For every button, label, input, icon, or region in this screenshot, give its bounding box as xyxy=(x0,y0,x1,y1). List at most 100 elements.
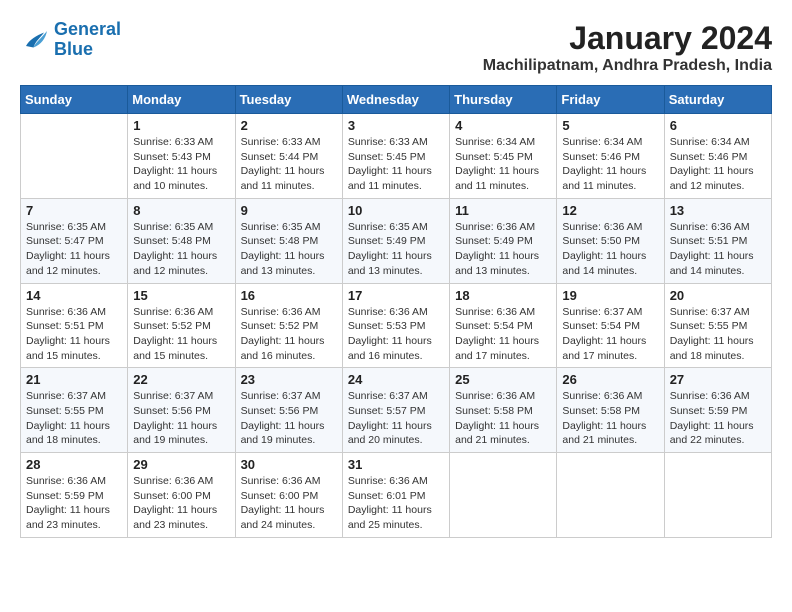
day-info: Sunrise: 6:33 AM Sunset: 5:44 PM Dayligh… xyxy=(241,135,337,194)
day-cell: 27Sunrise: 6:36 AM Sunset: 5:59 PM Dayli… xyxy=(664,368,771,453)
calendar-table: SundayMondayTuesdayWednesdayThursdayFrid… xyxy=(20,85,772,538)
day-cell: 19Sunrise: 6:37 AM Sunset: 5:54 PM Dayli… xyxy=(557,283,664,368)
header-cell-friday: Friday xyxy=(557,86,664,114)
day-number: 14 xyxy=(26,288,122,303)
day-number: 16 xyxy=(241,288,337,303)
header-cell-saturday: Saturday xyxy=(664,86,771,114)
week-row-4: 21Sunrise: 6:37 AM Sunset: 5:55 PM Dayli… xyxy=(21,368,772,453)
day-number: 2 xyxy=(241,118,337,133)
day-cell xyxy=(21,114,128,199)
day-cell: 29 Sunrise: 6:36 AM Sunset: 6:00 PM Dayli… xyxy=(128,453,235,538)
day-cell: 20Sunrise: 6:37 AM Sunset: 5:55 PM Dayli… xyxy=(664,283,771,368)
day-info: Sunrise: 6:36 AM Sunset: 5:53 PM Dayligh… xyxy=(348,305,444,364)
day-info: Sunrise: 6:33 AM Sunset: 5:43 PM Dayligh… xyxy=(133,135,229,194)
day-number: 4 xyxy=(455,118,551,133)
day-info: Sunrise: 6:36 AM Sunset: 5:52 PM Dayligh… xyxy=(241,305,337,364)
day-cell: 11 Sunrise: 6:36 AM Sunset: 5:49 PM Dayli… xyxy=(450,198,557,283)
day-info: Sunrise: 6:36 AM Sunset: 6:00 PM Dayligh… xyxy=(241,474,337,533)
day-cell: 14 Sunrise: 6:36 AM Sunset: 5:51 PM Dayli… xyxy=(21,283,128,368)
day-cell: 25 Sunrise: 6:36 AM Sunset: 5:58 PM Dayli… xyxy=(450,368,557,453)
day-number: 20 xyxy=(670,288,766,303)
day-info: Sunrise: 6:37 AM Sunset: 5:56 PM Dayligh… xyxy=(241,389,337,448)
day-info: Sunrise: 6:34 AM Sunset: 5:45 PM Dayligh… xyxy=(455,135,551,194)
day-cell: 2 Sunrise: 6:33 AM Sunset: 5:44 PM Daylig… xyxy=(235,114,342,199)
page-title: January 2024 xyxy=(483,20,772,57)
day-info: Sunrise: 6:36 AM Sunset: 5:52 PM Dayligh… xyxy=(133,305,229,364)
day-number: 30 xyxy=(241,457,337,472)
day-number: 23 xyxy=(241,372,337,387)
day-cell: 9Sunrise: 6:35 AM Sunset: 5:48 PM Daylig… xyxy=(235,198,342,283)
day-number: 27 xyxy=(670,372,766,387)
logo: General Blue xyxy=(20,20,121,60)
day-number: 22 xyxy=(133,372,229,387)
day-cell: 24Sunrise: 6:37 AM Sunset: 5:57 PM Dayli… xyxy=(342,368,449,453)
day-info: Sunrise: 6:36 AM Sunset: 5:50 PM Dayligh… xyxy=(562,220,658,279)
day-info: Sunrise: 6:35 AM Sunset: 5:49 PM Dayligh… xyxy=(348,220,444,279)
day-number: 10 xyxy=(348,203,444,218)
week-row-3: 14 Sunrise: 6:36 AM Sunset: 5:51 PM Dayli… xyxy=(21,283,772,368)
header-cell-sunday: Sunday xyxy=(21,86,128,114)
page-header: General Blue January 2024 Machilipatnam,… xyxy=(20,20,772,75)
day-info: Sunrise: 6:36 AM Sunset: 5:51 PM Dayligh… xyxy=(26,305,122,364)
day-cell: 7 Sunrise: 6:35 AM Sunset: 5:47 PM Daylig… xyxy=(21,198,128,283)
day-cell: 4 Sunrise: 6:34 AM Sunset: 5:45 PM Daylig… xyxy=(450,114,557,199)
header-cell-wednesday: Wednesday xyxy=(342,86,449,114)
day-cell xyxy=(450,453,557,538)
day-cell: 18 Sunrise: 6:36 AM Sunset: 5:54 PM Dayli… xyxy=(450,283,557,368)
day-number: 3 xyxy=(348,118,444,133)
day-number: 24 xyxy=(348,372,444,387)
day-info: Sunrise: 6:36 AM Sunset: 5:54 PM Dayligh… xyxy=(455,305,551,364)
day-number: 25 xyxy=(455,372,551,387)
day-cell: 21Sunrise: 6:37 AM Sunset: 5:55 PM Dayli… xyxy=(21,368,128,453)
day-cell: 23 Sunrise: 6:37 AM Sunset: 5:56 PM Dayli… xyxy=(235,368,342,453)
day-info: Sunrise: 6:36 AM Sunset: 6:01 PM Dayligh… xyxy=(348,474,444,533)
day-number: 13 xyxy=(670,203,766,218)
day-cell: 31 Sunrise: 6:36 AM Sunset: 6:01 PM Dayli… xyxy=(342,453,449,538)
day-number: 28 xyxy=(26,457,122,472)
day-info: Sunrise: 6:36 AM Sunset: 5:58 PM Dayligh… xyxy=(562,389,658,448)
day-info: Sunrise: 6:34 AM Sunset: 5:46 PM Dayligh… xyxy=(670,135,766,194)
day-number: 11 xyxy=(455,203,551,218)
day-number: 8 xyxy=(133,203,229,218)
day-info: Sunrise: 6:36 AM Sunset: 6:00 PM Dayligh… xyxy=(133,474,229,533)
day-info: Sunrise: 6:33 AM Sunset: 5:45 PM Dayligh… xyxy=(348,135,444,194)
day-cell: 22 Sunrise: 6:37 AM Sunset: 5:56 PM Dayli… xyxy=(128,368,235,453)
day-number: 18 xyxy=(455,288,551,303)
day-info: Sunrise: 6:36 AM Sunset: 5:58 PM Dayligh… xyxy=(455,389,551,448)
day-number: 7 xyxy=(26,203,122,218)
day-number: 5 xyxy=(562,118,658,133)
day-info: Sunrise: 6:37 AM Sunset: 5:56 PM Dayligh… xyxy=(133,389,229,448)
day-cell: 17 Sunrise: 6:36 AM Sunset: 5:53 PM Dayli… xyxy=(342,283,449,368)
day-info: Sunrise: 6:36 AM Sunset: 5:49 PM Dayligh… xyxy=(455,220,551,279)
week-row-1: 1 Sunrise: 6:33 AM Sunset: 5:43 PM Daylig… xyxy=(21,114,772,199)
day-cell: 28Sunrise: 6:36 AM Sunset: 5:59 PM Dayli… xyxy=(21,453,128,538)
title-block: January 2024 Machilipatnam, Andhra Prade… xyxy=(483,20,772,75)
logo-text: General Blue xyxy=(54,20,121,60)
day-number: 31 xyxy=(348,457,444,472)
week-row-5: 28Sunrise: 6:36 AM Sunset: 5:59 PM Dayli… xyxy=(21,453,772,538)
day-number: 15 xyxy=(133,288,229,303)
header-cell-thursday: Thursday xyxy=(450,86,557,114)
day-number: 29 xyxy=(133,457,229,472)
day-number: 9 xyxy=(241,203,337,218)
week-row-2: 7 Sunrise: 6:35 AM Sunset: 5:47 PM Daylig… xyxy=(21,198,772,283)
day-number: 19 xyxy=(562,288,658,303)
page-subtitle: Machilipatnam, Andhra Pradesh, India xyxy=(483,57,772,75)
day-info: Sunrise: 6:35 AM Sunset: 5:47 PM Dayligh… xyxy=(26,220,122,279)
day-number: 17 xyxy=(348,288,444,303)
day-cell: 1 Sunrise: 6:33 AM Sunset: 5:43 PM Daylig… xyxy=(128,114,235,199)
day-cell: 6 Sunrise: 6:34 AM Sunset: 5:46 PM Daylig… xyxy=(664,114,771,199)
day-cell xyxy=(664,453,771,538)
day-number: 1 xyxy=(133,118,229,133)
day-cell xyxy=(557,453,664,538)
day-cell: 5 Sunrise: 6:34 AM Sunset: 5:46 PM Daylig… xyxy=(557,114,664,199)
day-cell: 16 Sunrise: 6:36 AM Sunset: 5:52 PM Dayli… xyxy=(235,283,342,368)
day-info: Sunrise: 6:34 AM Sunset: 5:46 PM Dayligh… xyxy=(562,135,658,194)
day-number: 26 xyxy=(562,372,658,387)
day-info: Sunrise: 6:36 AM Sunset: 5:51 PM Dayligh… xyxy=(670,220,766,279)
header-cell-monday: Monday xyxy=(128,86,235,114)
day-number: 6 xyxy=(670,118,766,133)
day-cell: 3 Sunrise: 6:33 AM Sunset: 5:45 PM Daylig… xyxy=(342,114,449,199)
day-cell: 10 Sunrise: 6:35 AM Sunset: 5:49 PM Dayli… xyxy=(342,198,449,283)
header-cell-tuesday: Tuesday xyxy=(235,86,342,114)
